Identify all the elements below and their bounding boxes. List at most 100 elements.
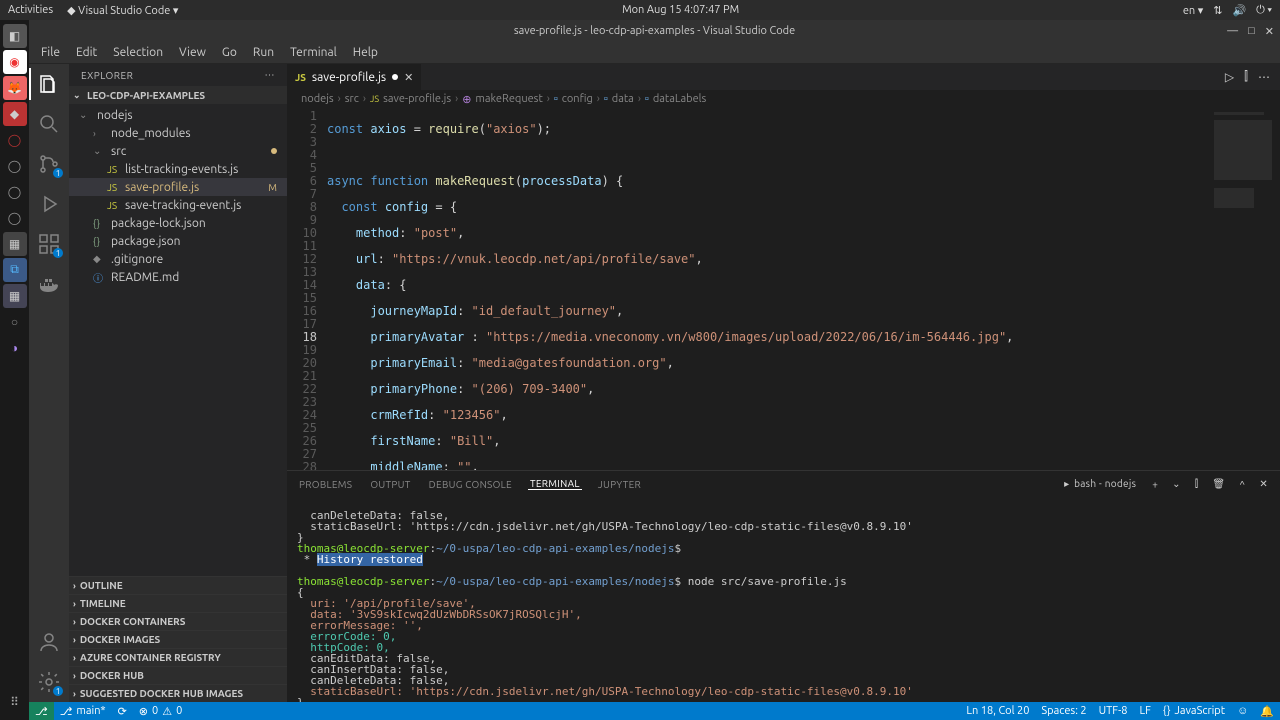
panel-tab-jupyter[interactable]: JUPYTER [596, 479, 643, 490]
menu-file[interactable]: File [35, 44, 66, 61]
tree-file-package-lock[interactable]: {}package-lock.json [69, 214, 287, 232]
menu-edit[interactable]: Edit [70, 44, 103, 61]
section-outline[interactable]: ›OUTLINE [69, 576, 287, 594]
terminal-body[interactable]: canDeleteData: false, staticBaseUrl: 'ht… [287, 497, 1280, 702]
clock[interactable]: Mon Aug 15 4:07:47 PM [178, 4, 1182, 16]
tree-file-list-tracking[interactable]: JSlist-tracking-events.js [69, 160, 287, 178]
window-close-icon[interactable]: ✕ [1265, 25, 1274, 38]
status-sync[interactable]: ⟳ [112, 705, 133, 718]
dock-app-firefox[interactable]: 🦊 [3, 76, 27, 100]
js-file-icon: JS [295, 72, 306, 83]
dock-app-5[interactable]: ◯ [3, 128, 27, 152]
sidebar-more-icon[interactable]: ⋯ [265, 69, 276, 81]
run-icon[interactable]: ▷ [1225, 70, 1234, 84]
tab-save-profile[interactable]: JS save-profile.js ✕ [287, 64, 422, 90]
dock-show-apps[interactable]: ⠿ [3, 690, 27, 714]
panel-tab-debug[interactable]: DEBUG CONSOLE [427, 479, 514, 490]
terminal-dropdown-icon[interactable]: ⌄ [1170, 478, 1183, 490]
activity-extensions-icon[interactable]: 1 [37, 232, 61, 256]
dock-app-4[interactable]: ◆ [3, 102, 27, 126]
terminal-kill-icon[interactable]: 🗑 [1210, 478, 1227, 490]
ubuntu-dock: ◧ ◉ 🦊 ◆ ◯ ◯ ◯ ◯ ▦ ⧉ ▦ ○ ◑ ⠿ [0, 20, 29, 720]
tree-file-gitignore[interactable]: ◆.gitignore [69, 250, 287, 268]
dock-app-1[interactable]: ◧ [3, 24, 27, 48]
menu-help[interactable]: Help [347, 44, 384, 61]
status-cursor[interactable]: Ln 18, Col 20 [960, 705, 1035, 718]
file-tree: ⌄nodejs ›node_modules ⌄src JSlist-tracki… [69, 104, 287, 288]
lang-indicator[interactable]: en ▾ [1183, 4, 1203, 17]
split-editor-icon[interactable]: ⫿ [1244, 70, 1248, 84]
power-icon[interactable]: ⏻ ▾ [1256, 4, 1272, 17]
activity-account-icon[interactable] [37, 630, 61, 654]
editor-more-icon[interactable]: ⋯ [1258, 70, 1270, 84]
menu-run[interactable]: Run [247, 44, 280, 61]
terminal-split-icon[interactable]: ⫿ [1193, 478, 1201, 490]
breadcrumb[interactable]: nodejs› src› JS save-profile.js› ⊕ makeR… [287, 90, 1280, 108]
dock-app-12[interactable]: ○ [3, 310, 27, 334]
menu-view[interactable]: View [173, 44, 212, 61]
menu-terminal[interactable]: Terminal [284, 44, 343, 61]
section-docker-images[interactable]: ›DOCKER IMAGES [69, 630, 287, 648]
vscode-window: save-profile.js - leo-cdp-api-examples -… [29, 20, 1280, 720]
dock-app-9[interactable]: ▦ [3, 232, 27, 256]
editor-tabs: JS save-profile.js ✕ ▷ ⫿ ⋯ [287, 64, 1280, 90]
status-remote[interactable]: ⎇ [29, 702, 54, 720]
section-timeline[interactable]: ›TIMELINE [69, 594, 287, 612]
window-minimize-icon[interactable]: — [1227, 25, 1238, 38]
activity-debug-icon[interactable] [37, 192, 61, 216]
dock-app-8[interactable]: ◯ [3, 206, 27, 230]
dock-app-chrome[interactable]: ◉ [3, 50, 27, 74]
menu-go[interactable]: Go [216, 44, 243, 61]
status-feedback-icon[interactable]: ☺ [1231, 705, 1254, 718]
dock-app-11[interactable]: ▦ [3, 284, 27, 308]
status-problems[interactable]: ⊗ 0 ⚠ 0 [133, 705, 189, 718]
dock-app-13[interactable]: ◑ [3, 336, 27, 360]
tree-file-package[interactable]: {}package.json [69, 232, 287, 250]
terminal-shell-label[interactable]: ▸ bash - nodejs [1062, 478, 1140, 490]
status-eol[interactable]: LF [1133, 705, 1156, 718]
activity-explorer-icon[interactable] [37, 72, 61, 96]
panel-tab-problems[interactable]: PROBLEMS [297, 479, 354, 490]
app-indicator[interactable]: ◆ Visual Studio Code ▾ [67, 4, 178, 17]
dock-app-6[interactable]: ◯ [3, 154, 27, 178]
tab-close-icon[interactable]: ✕ [404, 71, 413, 84]
section-suggested[interactable]: ›SUGGESTED DOCKER HUB IMAGES [69, 684, 287, 702]
panel-tabs: PROBLEMS OUTPUT DEBUG CONSOLE TERMINAL J… [287, 471, 1280, 497]
tree-folder-node-modules[interactable]: ›node_modules [69, 124, 287, 142]
tree-file-save-profile[interactable]: JSsave-profile.jsM [69, 178, 287, 196]
status-notifications-icon[interactable]: 🔔 [1254, 705, 1280, 718]
panel-tab-output[interactable]: OUTPUT [368, 479, 412, 490]
activity-settings-icon[interactable]: 1 [37, 670, 61, 694]
section-docker-containers[interactable]: ›DOCKER CONTAINERS [69, 612, 287, 630]
panel-maximize-icon[interactable]: ^ [1237, 479, 1247, 490]
menu-selection[interactable]: Selection [107, 44, 169, 61]
sidebar-title: EXPLORER ⋯ [69, 64, 287, 86]
tree-file-save-tracking[interactable]: JSsave-tracking-event.js [69, 196, 287, 214]
activity-scm-icon[interactable]: 1 [37, 152, 61, 176]
activity-search-icon[interactable] [37, 112, 61, 136]
section-docker-hub[interactable]: ›DOCKER HUB [69, 666, 287, 684]
activity-docker-icon[interactable] [37, 272, 61, 296]
section-azure[interactable]: ›AZURE CONTAINER REGISTRY [69, 648, 287, 666]
network-icon[interactable]: ⇅ [1213, 4, 1222, 17]
tree-folder-nodejs[interactable]: ⌄nodejs [69, 106, 287, 124]
dock-app-vscode[interactable]: ⧉ [3, 258, 27, 282]
tab-dirty-icon [392, 74, 398, 80]
activities-button[interactable]: Activities [8, 4, 53, 16]
status-branch[interactable]: ⎇ main* [54, 705, 112, 718]
terminal-new-icon[interactable]: + [1150, 479, 1160, 490]
panel-tab-terminal[interactable]: TERMINAL [528, 478, 582, 490]
dock-app-7[interactable]: ◯ [3, 180, 27, 204]
volume-icon[interactable]: 🔊 [1232, 4, 1246, 17]
window-titlebar: save-profile.js - leo-cdp-api-examples -… [29, 20, 1280, 42]
status-language[interactable]: {} JavaScript [1157, 705, 1231, 718]
panel-close-icon[interactable]: ✕ [1257, 478, 1270, 490]
code-editor[interactable]: 1234567891011121314151617181920212223242… [287, 108, 1280, 470]
status-indent[interactable]: Spaces: 2 [1035, 705, 1092, 718]
tree-file-readme[interactable]: ⓘREADME.md [69, 268, 287, 286]
explorer-project-header[interactable]: ⌄LEO-CDP-API-EXAMPLES [69, 86, 287, 104]
window-maximize-icon[interactable]: □ [1248, 25, 1255, 38]
status-encoding[interactable]: UTF-8 [1093, 705, 1134, 718]
tree-folder-src[interactable]: ⌄src [69, 142, 287, 160]
minimap[interactable] [1210, 108, 1280, 470]
